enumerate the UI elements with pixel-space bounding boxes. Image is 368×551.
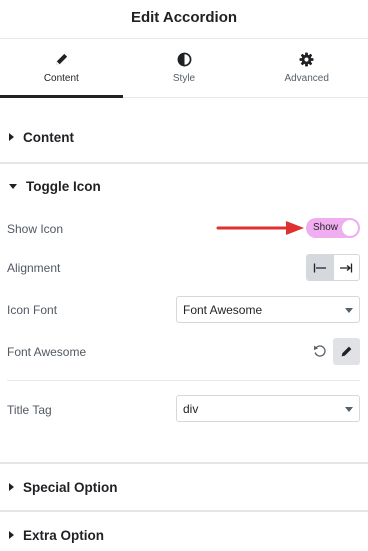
- caret-right-icon: [9, 531, 14, 539]
- show-icon-toggle[interactable]: Show: [306, 218, 360, 238]
- icon-font-select[interactable]: Font Awesome: [176, 296, 360, 323]
- select-value: Font Awesome: [183, 302, 263, 317]
- tab-content[interactable]: Content: [0, 39, 123, 98]
- section-label: Content: [23, 129, 74, 145]
- section-special-option[interactable]: Special Option: [0, 464, 368, 510]
- panel-header: Edit Accordion: [0, 0, 368, 34]
- show-icon-label: Show Icon: [7, 222, 64, 236]
- align-right-button[interactable]: [332, 255, 360, 280]
- half-circle-icon: [177, 52, 191, 67]
- pencil-icon: [55, 53, 67, 66]
- chevron-down-icon: [345, 308, 353, 313]
- caret-right-icon: [9, 133, 14, 141]
- select-value: div: [183, 401, 199, 416]
- alignment-label: Alignment: [7, 261, 61, 275]
- title-tag-select[interactable]: div: [176, 395, 360, 422]
- pencil-icon: [341, 346, 352, 357]
- toggle-text: Show: [313, 222, 339, 233]
- icon-font-label: Icon Font: [7, 303, 58, 317]
- panel-title: Edit Accordion: [130, 8, 238, 26]
- tab-label: Style: [172, 73, 196, 84]
- left-align-icon: [313, 263, 326, 272]
- panel-tabs: Content Style Advanced: [0, 38, 368, 98]
- toggle-knob: [342, 220, 358, 236]
- annotation-arrow-icon: [216, 221, 304, 235]
- tab-advanced[interactable]: Advanced: [245, 39, 368, 97]
- section-content[interactable]: Content: [0, 114, 368, 160]
- right-align-icon: [340, 263, 353, 272]
- tab-label: Content: [43, 73, 79, 84]
- section-label: Special Option: [23, 479, 118, 495]
- caret-down-icon: [9, 183, 17, 189]
- section-label: Toggle Icon: [26, 178, 101, 194]
- control-separator: [7, 380, 360, 381]
- edit-icon-button[interactable]: [333, 338, 360, 365]
- gear-icon: [299, 52, 314, 67]
- chevron-down-icon: [345, 407, 353, 412]
- title-tag-label: Title Tag: [7, 403, 52, 417]
- section-extra-option[interactable]: Extra Option: [0, 512, 368, 551]
- alignment-choices: [306, 254, 360, 281]
- tab-label: Advanced: [284, 73, 329, 84]
- section-label: Extra Option: [23, 527, 105, 543]
- reset-icon[interactable]: [313, 344, 327, 358]
- font-awesome-label: Font Awesome: [7, 345, 87, 359]
- tab-style[interactable]: Style: [123, 39, 246, 97]
- align-left-button[interactable]: [307, 255, 333, 280]
- section-toggle-icon[interactable]: Toggle Icon: [0, 163, 368, 209]
- caret-right-icon: [9, 483, 14, 491]
